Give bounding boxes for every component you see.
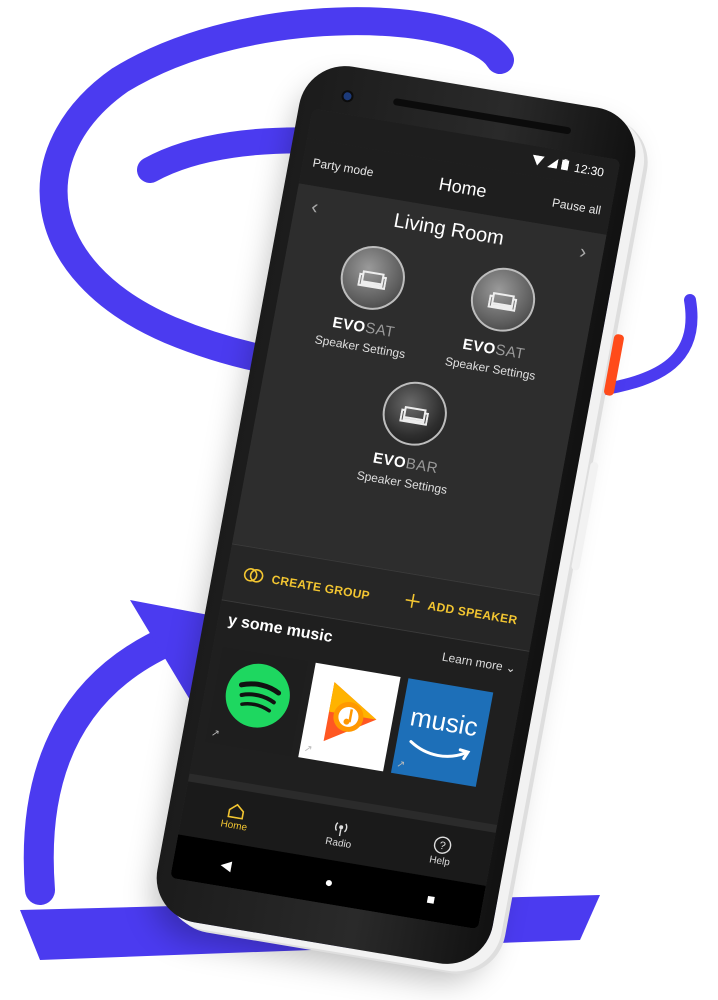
google-play-music-tile[interactable]: ↗ xyxy=(298,662,401,772)
phone-device: 12:30 Party mode Home Pause all ‹ Living… xyxy=(149,59,643,971)
chevron-right-icon[interactable]: › xyxy=(571,240,595,266)
wifi-icon xyxy=(531,154,545,169)
music-section-title: y some music xyxy=(226,611,334,647)
create-group-button[interactable]: CREATE GROUP xyxy=(242,564,371,606)
home-circle-icon[interactable]: ● xyxy=(324,873,335,890)
nav-home[interactable]: Home xyxy=(220,800,252,833)
speaker-card[interactable]: EVOSAT Speaker Settings xyxy=(435,259,563,384)
speaker-card[interactable]: EVOBAR Speaker Settings xyxy=(346,373,474,498)
party-mode-button[interactable]: Party mode xyxy=(312,156,375,180)
sofa-icon xyxy=(465,262,541,337)
play-music-logo-icon xyxy=(323,682,377,742)
status-time: 12:30 xyxy=(572,160,606,180)
sofa-icon xyxy=(377,376,453,451)
external-link-icon: ↗ xyxy=(395,758,406,771)
room-panel: ‹ Living Room › EVOSAT Speaker Settings xyxy=(232,183,607,595)
room-title: Living Room xyxy=(392,209,506,250)
back-icon[interactable]: ◀ xyxy=(219,856,234,874)
signal-icon xyxy=(546,157,559,171)
page-title: Home xyxy=(437,173,489,201)
pause-all-button[interactable]: Pause all xyxy=(551,196,602,218)
help-icon: ? xyxy=(433,836,452,854)
nav-radio[interactable]: Radio xyxy=(324,818,355,851)
app-screen: 12:30 Party mode Home Pause all ‹ Living… xyxy=(170,108,621,930)
svg-text:?: ? xyxy=(438,839,446,852)
chevron-down-icon: ⌄ xyxy=(504,660,518,676)
power-button xyxy=(603,333,625,397)
recents-icon[interactable]: ■ xyxy=(425,890,436,907)
plus-icon xyxy=(402,591,422,614)
chevron-left-icon[interactable]: ‹ xyxy=(303,195,327,221)
spotify-tile[interactable]: ↗ xyxy=(205,647,308,756)
linked-rings-icon xyxy=(242,564,266,588)
home-icon xyxy=(227,803,245,820)
sofa-icon xyxy=(335,241,411,315)
spotify-logo-icon xyxy=(225,663,290,728)
speaker-card[interactable]: EVOSAT Speaker Settings xyxy=(305,237,433,362)
amazon-music-tile[interactable]: music ↗ xyxy=(390,678,494,787)
radio-icon xyxy=(335,821,348,836)
add-speaker-button[interactable]: ADD SPEAKER xyxy=(402,591,519,631)
nav-help[interactable]: ? Help xyxy=(428,834,454,868)
phone-mockup: 12:30 Party mode Home Pause all ‹ Living… xyxy=(0,0,718,1000)
learn-more-button[interactable]: Learn more ⌄ xyxy=(441,650,517,676)
amazon-music-logo: music xyxy=(407,701,481,743)
battery-icon xyxy=(560,158,570,174)
